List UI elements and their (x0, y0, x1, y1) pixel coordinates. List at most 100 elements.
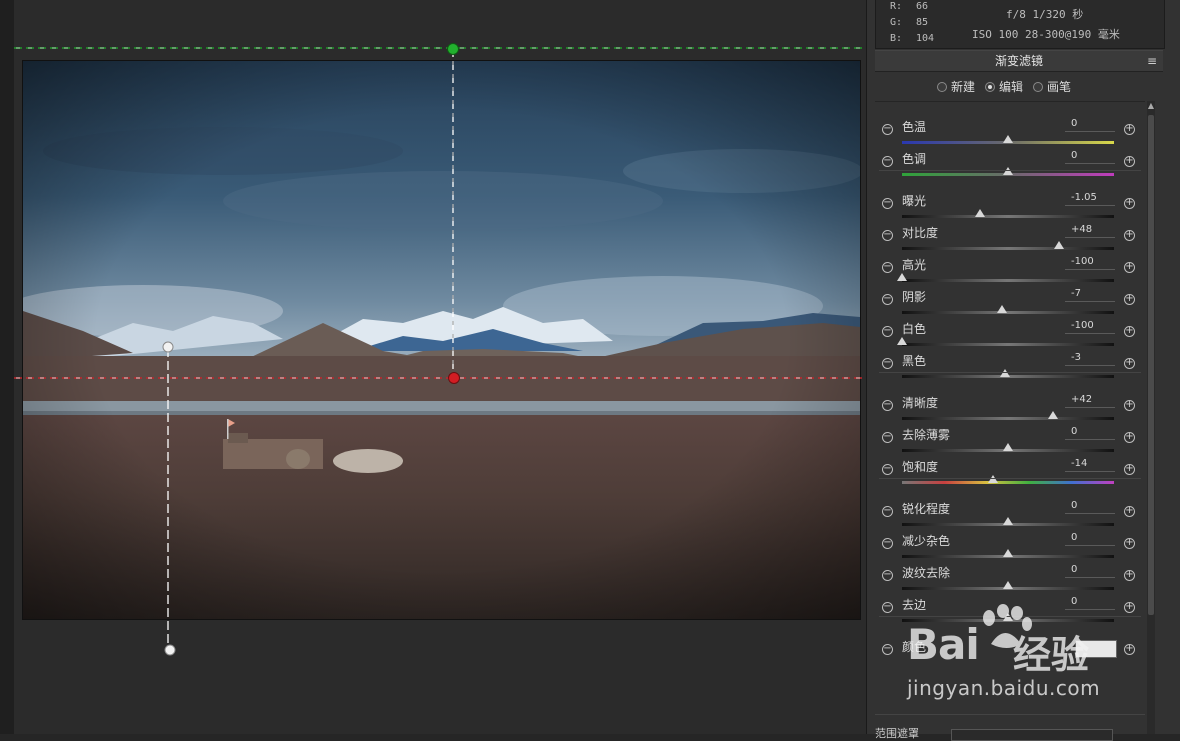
mode-option[interactable]: 画笔 (1033, 78, 1071, 95)
slider-row: − 高光 -100 + (875, 246, 1145, 282)
plus-icon[interactable]: + (1124, 262, 1135, 273)
plus-icon[interactable]: + (1124, 156, 1135, 167)
slider-value-field[interactable]: 0 (1065, 595, 1115, 610)
second-gradient-start-pin[interactable] (162, 341, 174, 353)
plus-icon[interactable]: + (1124, 400, 1135, 411)
slider-row: − 白色 -100 + (875, 310, 1145, 346)
plus-icon[interactable]: + (1124, 464, 1135, 475)
minus-icon[interactable]: − (882, 198, 893, 209)
minus-icon[interactable]: − (882, 294, 893, 305)
minus-icon[interactable]: − (882, 506, 893, 517)
second-gradient-end-pin[interactable] (164, 644, 176, 656)
minus-icon[interactable]: − (882, 124, 893, 135)
plus-icon[interactable]: + (1124, 124, 1135, 135)
minus-icon[interactable]: − (882, 358, 893, 369)
scroll-thumb[interactable] (1148, 115, 1154, 615)
rgb-green-key: G: (890, 17, 903, 28)
minus-icon[interactable]: − (882, 644, 893, 655)
plus-icon[interactable]: + (1124, 326, 1135, 337)
slider-row: − 黑色 -3 + (875, 342, 1145, 378)
slider-value-field[interactable]: -14 (1065, 457, 1115, 472)
slider-value-field[interactable]: -100 (1065, 319, 1115, 334)
slider-value-field[interactable]: 0 (1065, 531, 1115, 546)
slider-row: − 去除薄雾 0 + (875, 416, 1145, 452)
plus-icon[interactable]: + (1124, 506, 1135, 517)
rgb-blue-value: 104 (916, 33, 935, 44)
gradient-start-pin[interactable] (447, 43, 459, 55)
plus-icon[interactable]: + (1124, 570, 1135, 581)
rgb-green-value: 85 (916, 17, 929, 28)
color-swatch[interactable] (1075, 640, 1117, 658)
slider-list: − 色温 0 + − 色调 0 + − 曝光 -1.05 + − 对比度 +48 + − 高光 -100 + − 阴影 -7… (875, 101, 1145, 735)
plus-icon[interactable]: + (1124, 198, 1135, 209)
minus-icon[interactable]: − (882, 230, 893, 241)
minus-icon[interactable]: − (882, 602, 893, 613)
gradient-end-pin[interactable] (448, 372, 460, 384)
slider-label: 曝光 (902, 194, 927, 208)
plus-icon[interactable]: + (1124, 230, 1135, 241)
radio-button-icon[interactable] (1033, 82, 1044, 92)
slider-row: − 锐化程度 0 + (875, 490, 1145, 526)
minus-icon[interactable]: − (882, 538, 893, 549)
panel-menu-icon[interactable]: ≡ (1147, 51, 1157, 71)
rgb-red-value: 66 (916, 1, 929, 12)
camera-iso-lens-info: ISO 100 28-300@190 毫米 (972, 28, 1120, 41)
slider-row: − 色调 0 + (875, 140, 1145, 176)
plus-icon[interactable]: + (1124, 432, 1135, 443)
mode-label: 画笔 (1047, 80, 1072, 94)
slider-value-field[interactable]: 0 (1065, 563, 1115, 578)
slider-label: 清晰度 (902, 396, 939, 410)
mode-option[interactable]: 编辑 (985, 78, 1023, 95)
minus-icon[interactable]: − (882, 326, 893, 337)
minus-icon[interactable]: − (882, 432, 893, 443)
mode-label: 新建 (951, 80, 976, 94)
range-mask-select[interactable] (951, 729, 1113, 741)
slider-label: 色温 (902, 120, 927, 134)
plus-icon[interactable]: + (1124, 644, 1135, 655)
minus-icon[interactable]: − (882, 570, 893, 581)
group-separator (879, 170, 1141, 171)
slider-value-field[interactable]: -3 (1065, 351, 1115, 366)
slider-row: − 去边 0 + (875, 586, 1145, 622)
slider-value-field[interactable]: 0 (1065, 117, 1115, 132)
minus-icon[interactable]: − (882, 464, 893, 475)
rgb-blue-readout: B: 104 (890, 33, 940, 44)
group-separator (879, 478, 1141, 479)
slider-value-field[interactable]: -1.05 (1065, 191, 1115, 206)
scroll-up-arrow-icon[interactable]: ▲ (1147, 101, 1155, 111)
slider-thumb[interactable] (999, 369, 1010, 377)
slider-track[interactable] (902, 167, 1114, 176)
slider-value-field[interactable]: -100 (1065, 255, 1115, 270)
minus-icon[interactable]: − (882, 400, 893, 411)
slider-track[interactable] (902, 475, 1114, 484)
slider-value-field[interactable]: 0 (1065, 149, 1115, 164)
slider-row: − 颜色 + (875, 628, 1145, 660)
slider-value-field[interactable]: 0 (1065, 425, 1115, 440)
mode-label: 编辑 (999, 80, 1024, 94)
slider-value-field[interactable]: -7 (1065, 287, 1115, 302)
slider-label: 色调 (902, 152, 927, 166)
minus-icon[interactable]: − (882, 156, 893, 167)
minus-icon[interactable]: − (882, 262, 893, 273)
plus-icon[interactable]: + (1124, 358, 1135, 369)
slider-row: − 减少杂色 0 + (875, 522, 1145, 558)
slider-track[interactable] (902, 369, 1114, 378)
panel-title: 渐变滤镜 (994, 54, 1043, 68)
landscape-photo[interactable] (22, 60, 861, 620)
mode-option[interactable]: 新建 (937, 78, 975, 95)
panel-scrollbar[interactable]: ▲ (1147, 101, 1155, 734)
slider-value-field[interactable]: +48 (1065, 223, 1115, 238)
slider-value-field[interactable]: 0 (1065, 499, 1115, 514)
plus-icon[interactable]: + (1124, 602, 1135, 613)
radio-button-icon[interactable] (985, 82, 996, 92)
group-separator (879, 372, 1141, 373)
radio-button-icon[interactable] (937, 82, 947, 92)
slider-value-field[interactable]: +42 (1065, 393, 1115, 408)
plus-icon[interactable]: + (1124, 294, 1135, 305)
slider-track[interactable] (902, 613, 1114, 622)
slider-thumb[interactable] (1003, 613, 1013, 621)
plus-icon[interactable]: + (1124, 538, 1135, 549)
slider-thumb[interactable] (1003, 167, 1013, 175)
slider-label: 锐化程度 (902, 502, 951, 516)
slider-thumb[interactable] (988, 475, 999, 483)
